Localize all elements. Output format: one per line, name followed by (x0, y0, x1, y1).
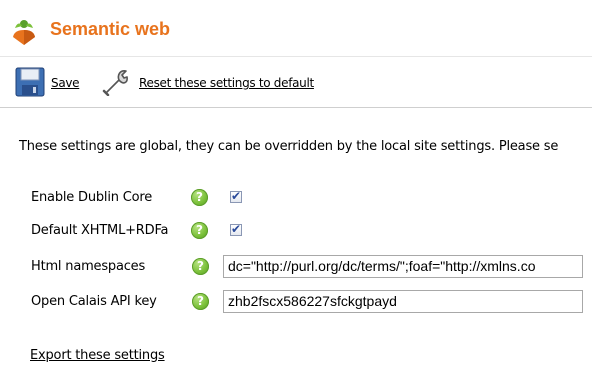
reset-settings-button[interactable]: Reset these settings to default (102, 67, 332, 97)
setting-label: Default XHTML+RDFa (31, 223, 169, 238)
setting-row-xhtml-rdfa: Default XHTML+RDFa ? ✔ (0, 219, 592, 243)
setting-row-html-namespaces: Html namespaces ? dc="http://purl.org/dc… (0, 255, 592, 279)
save-label[interactable]: Save (51, 76, 80, 90)
dublin-core-checkbox[interactable]: ✔ (230, 189, 242, 203)
info-text: These settings are global, they can be o… (19, 139, 559, 154)
help-icon[interactable]: ? (192, 258, 209, 275)
page-header: Semantic web (0, 0, 592, 57)
semantic-web-logo-icon (13, 20, 35, 45)
setting-label: Html namespaces (31, 259, 146, 274)
export-settings-link[interactable]: Export these settings (30, 348, 165, 363)
floppy-disk-icon (15, 67, 45, 97)
xhtml-rdfa-checkbox[interactable]: ✔ (230, 222, 242, 236)
setting-row-open-calais-key: Open Calais API key ? zhb2fscx586227sfck… (0, 290, 592, 314)
page-title: Semantic web (50, 19, 171, 39)
toolbar: Save Reset these settings to default (0, 57, 592, 108)
checkmark-icon: ✔ (231, 222, 242, 236)
html-namespaces-input[interactable]: dc="http://purl.org/dc/terms/";foaf="htt… (223, 255, 583, 278)
setting-label: Enable Dublin Core (31, 190, 152, 205)
reset-label[interactable]: Reset these settings to default (139, 76, 314, 90)
help-icon[interactable]: ? (191, 222, 208, 239)
setting-row-dublin-core: Enable Dublin Core ? ✔ (0, 186, 592, 210)
checkmark-icon: ✔ (231, 189, 242, 203)
save-button[interactable]: Save (15, 67, 85, 97)
wrench-icon (102, 70, 128, 96)
open-calais-api-key-input[interactable]: zhb2fscx586227sfckgtpayd (223, 290, 583, 313)
help-icon[interactable]: ? (191, 189, 208, 206)
help-icon[interactable]: ? (192, 293, 209, 310)
setting-label: Open Calais API key (31, 294, 157, 309)
